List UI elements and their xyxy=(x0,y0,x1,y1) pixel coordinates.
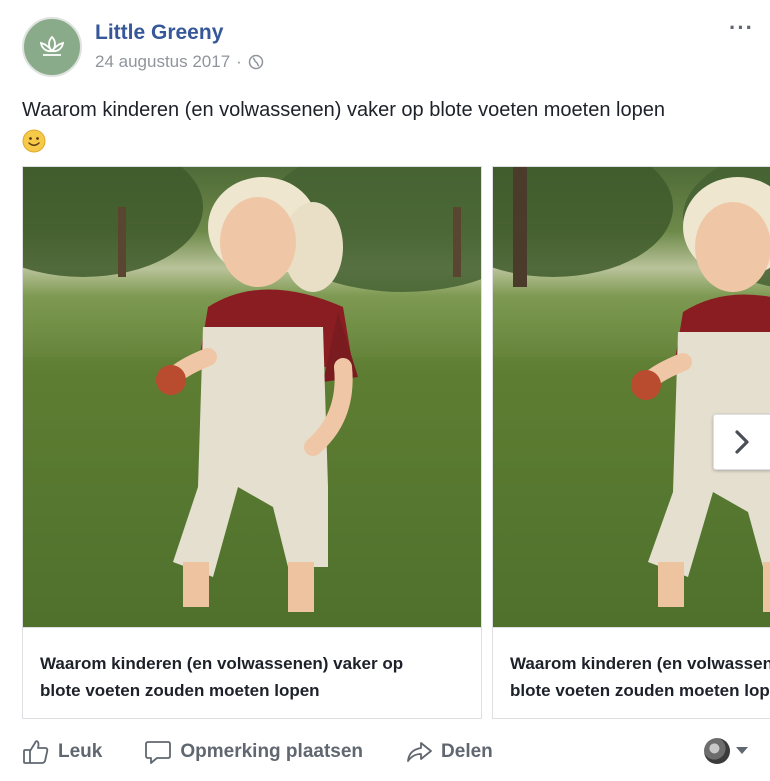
card-caption[interactable]: Waarom kinderen (en volwassenen) vaker o… xyxy=(23,627,481,718)
globe-icon[interactable] xyxy=(248,54,264,70)
carousel-card[interactable]: Waarom kinderen (en volwassenen) vaker o… xyxy=(22,166,482,719)
smiley-emoji-icon xyxy=(22,129,46,153)
post-meta: 24 augustus 2017 · xyxy=(95,52,264,72)
child-photo-illustration xyxy=(493,167,770,627)
chevron-right-icon xyxy=(735,430,749,454)
card-caption-line: blote voeten zouden moeten lopen xyxy=(40,681,320,700)
card-caption-line: Waarom kinderen (en volwassenen) vaker o… xyxy=(510,654,770,673)
like-button[interactable]: Leuk xyxy=(22,739,102,765)
card-caption-line: blote voeten zouden moeten lopen xyxy=(510,681,770,700)
page-name-link[interactable]: Little Greeny xyxy=(95,21,223,45)
comment-button[interactable]: Opmerking plaatsen xyxy=(144,739,363,765)
post-as-selector[interactable] xyxy=(704,738,748,764)
card-caption-line: Waarom kinderen (en volwassenen) vaker o… xyxy=(40,654,404,673)
share-button[interactable]: Delen xyxy=(405,740,493,764)
caret-down-icon xyxy=(736,747,748,754)
carousel-next-button[interactable] xyxy=(713,414,770,470)
like-label: Leuk xyxy=(58,741,103,762)
card-caption[interactable]: Waarom kinderen (en volwassenen) vaker o… xyxy=(493,627,770,718)
link-carousel: Waarom kinderen (en volwassenen) vaker o… xyxy=(22,166,770,720)
lotus-logo-icon xyxy=(39,35,65,56)
comment-label: Opmerking plaatsen xyxy=(180,741,364,762)
meta-separator: · xyxy=(236,52,242,71)
thumbs-up-icon xyxy=(23,740,49,764)
more-options-button[interactable]: ··· xyxy=(729,15,754,41)
share-label: Delen xyxy=(441,741,493,762)
card-image[interactable] xyxy=(23,167,481,627)
post-actions-bar: Leuk Opmerking plaatsen Delen xyxy=(22,732,748,772)
page-avatar[interactable] xyxy=(22,17,82,77)
post-text: Waarom kinderen (en volwassenen) vaker o… xyxy=(22,95,762,155)
post-date[interactable]: 24 augustus 2017 xyxy=(95,52,230,72)
user-avatar xyxy=(704,738,730,764)
card-image[interactable] xyxy=(493,167,770,627)
comment-icon xyxy=(145,741,172,764)
share-arrow-icon xyxy=(407,742,432,762)
child-photo-illustration xyxy=(23,167,481,627)
post-message: Waarom kinderen (en volwassenen) vaker o… xyxy=(22,99,665,121)
